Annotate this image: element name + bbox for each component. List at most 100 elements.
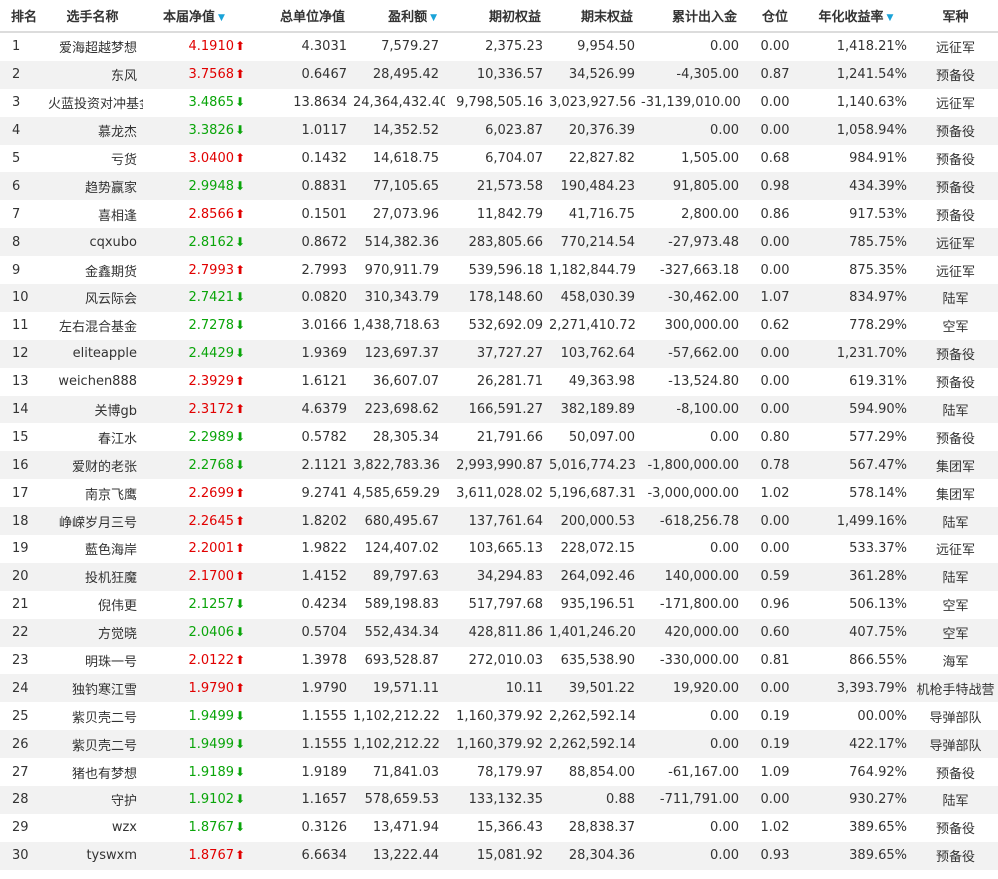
cell-rank: 5 xyxy=(12,151,21,166)
cell-name[interactable]: 左右混合基金 xyxy=(48,312,143,340)
cell-start-equity: 428,811.86 xyxy=(445,618,549,647)
cell-start-equity: 272,010.03 xyxy=(468,653,543,669)
cell-annual: 361.28% xyxy=(805,562,913,591)
cell-cash-flow: 0.00 xyxy=(710,708,739,724)
cell-start-equity: 6,023.87 xyxy=(445,116,549,145)
cell-name[interactable]: 倪伟更 xyxy=(48,591,143,619)
cell-name[interactable]: tyswxm xyxy=(48,841,143,870)
cell-annual: 785.75% xyxy=(805,228,913,257)
cell-name[interactable]: 独钓寒江雪 xyxy=(48,674,143,703)
nav-value: 2.4429 xyxy=(188,346,235,362)
cell-start-equity: 78,179.97 xyxy=(476,764,543,780)
cell-name[interactable]: 风云际会 xyxy=(48,284,143,312)
cell-name[interactable]: 喜相逢 xyxy=(48,200,143,228)
arrow-down-icon: ⬇ xyxy=(235,625,246,640)
cell-name[interactable]: 猪也有梦想 xyxy=(48,758,143,786)
cell-start-equity: 2,375.23 xyxy=(485,39,543,55)
cell-total-nav: 1.9189 xyxy=(301,764,348,780)
cell-nav: 2.2645⬆ xyxy=(143,507,251,536)
cell-name[interactable]: 关博gb xyxy=(48,395,143,424)
cell-nav: 2.9948⬇ xyxy=(143,172,251,201)
table-row: 17 南京飞鹰 2.2699⬆ 9.2741 4,585,659.29 3,611,028… xyxy=(0,479,998,507)
cell-position: 0.62 xyxy=(760,318,790,334)
nav-value: 2.3172 xyxy=(188,402,235,418)
cell-cash-flow: -57,662.00 xyxy=(641,339,745,368)
cell-name[interactable]: 明珠一号 xyxy=(48,647,143,675)
cell-end-equity: 5,196,687.31 xyxy=(549,485,636,501)
cell-position: 0.00 xyxy=(745,339,805,368)
cell-name[interactable]: 方觉晓 xyxy=(48,618,143,647)
cell-position: 0.81 xyxy=(760,653,790,669)
sort-down-icon[interactable]: ▼ xyxy=(218,13,225,23)
cell-position: 0.19 xyxy=(760,708,790,724)
cell-end-equity: 635,538.90 xyxy=(560,653,635,669)
cell-army: 远征军 xyxy=(913,228,998,257)
cell-position: 0.00 xyxy=(745,674,805,703)
nav-value: 1.8767 xyxy=(188,820,235,836)
cell-position: 0.19 xyxy=(745,730,805,759)
cell-name[interactable]: eliteapple xyxy=(48,339,143,368)
cell-position: 0.59 xyxy=(745,562,805,591)
cell-name[interactable]: 守护 xyxy=(48,786,143,814)
cell-nav: 2.3172⬆ xyxy=(143,395,251,424)
cell-name[interactable]: 东风 xyxy=(48,60,143,89)
cell-annual: 778.29% xyxy=(849,318,907,334)
sort-down-icon[interactable]: ▼ xyxy=(887,13,894,23)
cell-name[interactable]: 爱海超越梦想 xyxy=(48,32,143,61)
cell-start-equity: 133,132.35 xyxy=(445,786,549,814)
cell-name[interactable]: 紫贝壳二号 xyxy=(48,730,143,759)
cell-army: 空军 xyxy=(913,618,998,647)
cell-name[interactable]: 峥嵘岁月三号 xyxy=(48,507,143,536)
header-profit[interactable]: 盈利额 ▼ xyxy=(353,0,445,33)
cell-nav: 3.7568⬆ xyxy=(143,60,251,89)
cell-start-equity: 11,842.79 xyxy=(476,206,543,222)
arrow-up-icon: ⬆ xyxy=(235,569,246,584)
cell-nav: 1.9790⬆ xyxy=(143,674,251,703)
cell-annual: 1,418.21% xyxy=(836,39,907,55)
cell-position: 0.00 xyxy=(745,116,805,145)
cell-cash-flow: -1,800,000.00 xyxy=(641,451,745,480)
cell-position: 0.87 xyxy=(745,60,805,89)
arrow-up-icon: ⬆ xyxy=(235,206,246,221)
cell-name[interactable]: 藍色海岸 xyxy=(48,535,143,563)
cell-annual: 984.91% xyxy=(849,151,907,166)
cell-name[interactable]: 亏货 xyxy=(48,145,143,173)
cell-end-equity: 770,214.54 xyxy=(549,228,641,257)
cell-annual: 3,393.79% xyxy=(805,674,913,703)
cell-name[interactable]: cqxubo xyxy=(48,228,143,257)
table-row: 30 tyswxm 1.8767⬆ 6.6634 13,222.44 15,081.92 2… xyxy=(0,841,998,870)
cell-name[interactable]: 紫贝壳二号 xyxy=(48,702,143,730)
cell-annual: 1,140.63% xyxy=(836,95,907,111)
cell-position: 1.09 xyxy=(760,764,790,780)
table-row: 18 峥嵘岁月三号 2.2645⬆ 1.8202 680,495.67 137,761.6… xyxy=(0,507,998,536)
arrow-down-icon: ⬇ xyxy=(235,820,246,835)
cell-total-nav: 2.1121 xyxy=(251,451,353,480)
cell-name[interactable]: 金鑫期货 xyxy=(48,256,143,284)
cell-start-equity: 10.11 xyxy=(445,674,549,703)
cell-name[interactable]: 春江水 xyxy=(48,423,143,451)
cell-start-equity: 539,596.18 xyxy=(468,262,543,278)
cell-name[interactable]: weichen888 xyxy=(48,368,143,396)
header-total-nav: 总单位净值 xyxy=(251,0,353,33)
cell-nav: 1.9499⬇ xyxy=(143,702,251,730)
cell-name[interactable]: 火蓝投资对冲基金 xyxy=(48,89,143,117)
cell-name[interactable]: 慕龙杰 xyxy=(48,116,143,145)
cell-name[interactable]: wzx xyxy=(48,814,143,842)
cell-army: 预备役 xyxy=(935,822,975,838)
cell-name[interactable]: 投机狂魔 xyxy=(48,562,143,591)
sort-down-icon[interactable]: ▼ xyxy=(430,13,437,23)
cell-rank: 7 xyxy=(12,206,21,222)
cell-name[interactable]: 南京飞鹰 xyxy=(48,479,143,507)
cell-name[interactable]: 爱财的老张 xyxy=(48,451,143,480)
cell-name[interactable]: 趋势赢家 xyxy=(48,172,143,201)
cell-start-equity: 1,160,379.92 xyxy=(456,708,543,724)
header-nav[interactable]: 本届净值 ▼ xyxy=(143,0,251,33)
nav-value: 2.2001 xyxy=(188,541,235,557)
table-row: 6 趋势赢家 2.9948⬇ 0.8831 77,105.65 21,573.58 190,… xyxy=(0,172,998,201)
cell-total-nav: 0.8672 xyxy=(251,228,353,257)
cell-annual: 834.97% xyxy=(805,284,913,312)
header-annual[interactable]: 年化收益率 ▼ xyxy=(805,0,913,33)
cell-profit: 27,073.96 xyxy=(372,206,439,222)
cell-total-nav: 1.9822 xyxy=(301,541,348,557)
cell-start-equity: 6,704.07 xyxy=(485,151,543,166)
